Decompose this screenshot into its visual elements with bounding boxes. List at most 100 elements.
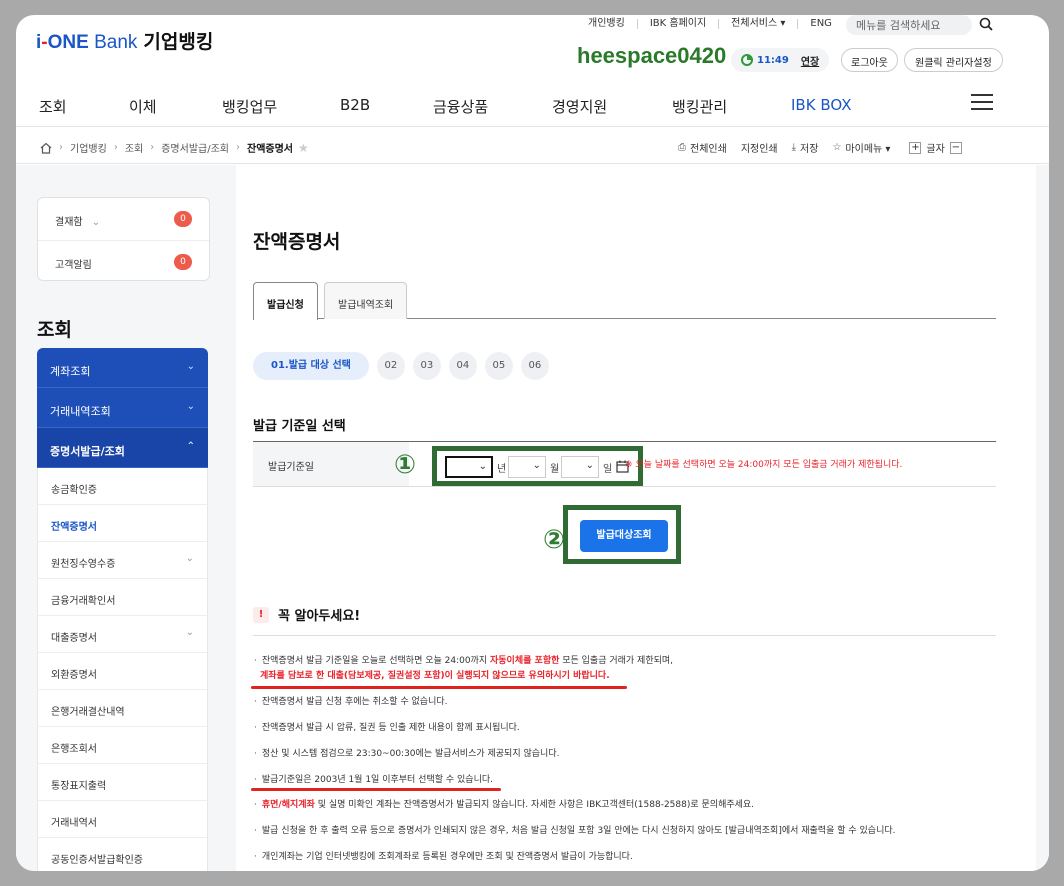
util-link-homepage[interactable]: IBK 홈페이지 bbox=[638, 19, 720, 29]
global-nav: 조회 이체 뱅킹업무 B2B 금융상품 경영지원 뱅킹관리 IBK BOX bbox=[16, 96, 1049, 126]
step-4: 04 bbox=[448, 352, 477, 380]
content-area: 결재함 ⌄ 0 고객알림 0 조회 계좌조회 ⌄ 거래내역조회 ⌄ 증명서발급/조회… bbox=[16, 165, 1049, 871]
utility-links: 개인뱅킹 IBK 홈페이지 전체서비스 ▾ ENG bbox=[576, 19, 844, 29]
sidebar-group-account[interactable]: 계좌조회 ⌄ bbox=[37, 348, 208, 388]
notice-item: 발급기준일은 2003년 1월 1일 이후부터 선택할 수 있습니다. bbox=[254, 774, 493, 787]
menu-search-input[interactable]: 메뉴를 검색하세요 bbox=[846, 15, 972, 35]
date-warning-text: ※ 오늘 날짜를 선택하면 오늘 24:00까지 모든 입출금 거래가 제한됩니… bbox=[625, 460, 903, 470]
alert-count-badge: 0 bbox=[174, 254, 192, 270]
util-link-english[interactable]: ENG bbox=[798, 19, 844, 29]
tab-apply[interactable]: 발급신청 bbox=[253, 282, 318, 320]
breadcrumb-item[interactable]: 기업뱅킹 bbox=[70, 140, 107, 155]
logout-button[interactable]: 로그아웃 bbox=[841, 48, 898, 72]
notice-item: 발급 신청을 한 후 출력 오류 등으로 증명서가 인쇄되지 않은 경우, 처음… bbox=[254, 825, 896, 838]
notice-title: ! 꼭 알아두세요! bbox=[253, 605, 360, 624]
gnb-item-inquiry[interactable]: 조회 bbox=[39, 96, 67, 117]
year-select[interactable]: ⌄ bbox=[445, 456, 493, 478]
breadcrumb-current: 잔액증명서 bbox=[247, 144, 293, 155]
tab-history[interactable]: 발급내역조회 bbox=[324, 282, 408, 319]
download-icon: ⤓ bbox=[791, 142, 797, 153]
day-unit: 일 bbox=[603, 464, 613, 475]
gnb-item-products[interactable]: 금융상품 bbox=[433, 96, 488, 117]
section-title: 발급 기준일 선택 bbox=[253, 419, 346, 434]
gnb-item-banking[interactable]: 뱅킹업무 bbox=[222, 96, 277, 117]
day-select[interactable]: ⌄ bbox=[561, 456, 599, 478]
page: i-ONE Bank 기업뱅킹 개인뱅킹 IBK 홈페이지 전체서비스 ▾ ENG… bbox=[16, 15, 1049, 871]
sidebar-item-bank-inquiry[interactable]: 은행조회서 bbox=[37, 727, 208, 764]
annotation-marker-2: ② bbox=[543, 525, 566, 555]
sidebar-title: 조회 bbox=[37, 319, 72, 341]
breadcrumb: › 기업뱅킹 › 조회 › 증명서발급/조회 › 잔액증명서 ★ bbox=[40, 140, 309, 155]
sidebar-item-financial-confirm[interactable]: 금융거래확인서 bbox=[37, 579, 208, 616]
sidebar-item-cert-confirm[interactable]: 공동인증서발급확인증 bbox=[37, 838, 208, 871]
util-link-all-services[interactable]: 전체서비스 ▾ bbox=[719, 19, 799, 29]
sidebar-item-loan-certificate[interactable]: 대출증명서 ⌄ bbox=[37, 616, 208, 653]
sidebar-item-passbook-print[interactable]: 통장표지출력 bbox=[37, 764, 208, 801]
my-menu-button[interactable]: ☆ 마이메뉴 ▾ bbox=[832, 140, 890, 155]
notice-item-emphasis: 계좌를 담보로 한 대출(담보제공, 질권설정 포함)이 실행되지 않으므로 유… bbox=[260, 671, 610, 681]
sidebar-item-transaction-statement[interactable]: 거래내역서 bbox=[37, 801, 208, 838]
gnb-item-transfer[interactable]: 이체 bbox=[129, 96, 157, 117]
breadcrumb-item[interactable]: 조회 bbox=[125, 140, 143, 155]
ibk-logo[interactable]: i-ONE Bank 기업뱅킹 bbox=[36, 27, 213, 54]
save-button[interactable]: ⤓ 저장 bbox=[792, 140, 819, 155]
session-timer: 11:49 연장 bbox=[731, 48, 830, 72]
alarm-box: 결재함 ⌄ 0 고객알림 0 bbox=[37, 197, 210, 281]
gnb-item-banking-admin[interactable]: 뱅킹관리 bbox=[672, 96, 727, 117]
notice-item: 잔액증명서 발급 시 압류, 질권 등 인출 제한 내용이 함께 표시됩니다. bbox=[254, 722, 520, 735]
font-increase-icon[interactable]: + bbox=[909, 141, 922, 154]
sidebar-group-transactions[interactable]: 거래내역조회 ⌄ bbox=[37, 388, 208, 428]
issue-date-label: 발급기준일 bbox=[253, 442, 409, 486]
sidebar-menu: 계좌조회 ⌄ 거래내역조회 ⌄ 증명서발급/조회 ⌃ 송금확인증 잔액증명서 원천징수… bbox=[37, 348, 208, 871]
chevron-down-icon: ⌄ bbox=[186, 401, 195, 412]
approval-count-badge: 0 bbox=[174, 211, 192, 227]
main-panel: 잔액증명서 발급신청 발급내역조회 01.발급 대상 선택 02 03 04 0… bbox=[236, 165, 1036, 871]
step-5: 05 bbox=[484, 352, 513, 380]
tab-bar: 발급신청 발급내역조회 bbox=[253, 282, 996, 320]
hamburger-menu-icon[interactable] bbox=[971, 94, 993, 112]
gnb-item-b2b[interactable]: B2B bbox=[340, 96, 370, 114]
chevron-up-icon: ⌃ bbox=[186, 441, 195, 452]
sidebar-item-fx-certificate[interactable]: 외환증명서 bbox=[37, 653, 208, 690]
customer-alert-item[interactable]: 고객알림 0 bbox=[38, 240, 209, 282]
highlight-underline bbox=[251, 788, 501, 791]
search-icon[interactable] bbox=[979, 17, 993, 31]
month-select[interactable]: ⌄ bbox=[508, 456, 546, 478]
favorite-star-icon[interactable]: ★ bbox=[298, 141, 309, 155]
sidebar-group-certificates[interactable]: 증명서발급/조회 ⌃ bbox=[37, 428, 208, 468]
star-outline-icon: ☆ bbox=[832, 142, 842, 153]
sidebar-item-remittance[interactable]: 송금확인증 bbox=[37, 468, 208, 505]
notice-item: 잔액증명서 발급 기준일을 오늘로 선택하면 오늘 24:00까지 자동이체를 … bbox=[254, 655, 673, 668]
breadcrumb-item[interactable]: 증명서발급/조회 bbox=[161, 140, 229, 155]
breadcrumb-bar: › 기업뱅킹 › 조회 › 증명서발급/조회 › 잔액증명서 ★ ⎙ 전체인쇄 지정인쇄 … bbox=[16, 126, 1049, 164]
page-title: 잔액증명서 bbox=[253, 231, 341, 253]
printer-icon: ⎙ bbox=[678, 142, 686, 153]
print-all-button[interactable]: ⎙ 전체인쇄 bbox=[678, 140, 727, 155]
util-link-personal[interactable]: 개인뱅킹 bbox=[576, 19, 638, 29]
oneclick-admin-button[interactable]: 원클릭 관리자설정 bbox=[904, 48, 1003, 72]
gnb-item-ibk-box[interactable]: IBK BOX bbox=[791, 96, 851, 114]
issue-target-search-button[interactable]: 발급대상조회 bbox=[580, 520, 668, 552]
step-2: 02 bbox=[376, 352, 405, 380]
approval-box-item[interactable]: 결재함 ⌄ 0 bbox=[38, 198, 209, 240]
print-selected-button[interactable]: 지정인쇄 bbox=[741, 140, 778, 155]
chevron-down-icon: ⌄ bbox=[186, 361, 195, 372]
home-icon[interactable] bbox=[40, 142, 52, 154]
divider bbox=[253, 635, 996, 636]
chevron-down-icon: ⌄ bbox=[185, 553, 194, 564]
page-tools: ⎙ 전체인쇄 지정인쇄 ⤓ 저장 ☆ 마이메뉴 ▾ + 글자 − bbox=[678, 140, 981, 155]
extend-session-button[interactable]: 연장 bbox=[801, 53, 819, 68]
sidebar-item-bank-settlement[interactable]: 은행거래결산내역 bbox=[37, 690, 208, 727]
notice-item: 휴면/해지계좌 및 실명 미확인 계좌는 잔액증명서가 발급되지 않습니다. 자… bbox=[254, 799, 754, 812]
month-unit: 월 bbox=[550, 464, 560, 475]
step-1: 01.발급 대상 선택 bbox=[253, 352, 369, 380]
notice-item: 잔액증명서 발급 신청 후에는 취소할 수 없습니다. bbox=[254, 696, 448, 709]
step-3: 03 bbox=[412, 352, 441, 380]
chevron-down-icon: ⌄ bbox=[478, 461, 487, 472]
font-decrease-icon[interactable]: − bbox=[949, 141, 962, 154]
gnb-item-management[interactable]: 경영지원 bbox=[552, 96, 607, 117]
year-unit: 년 bbox=[497, 464, 507, 475]
sidebar-item-withholding[interactable]: 원천징수영수증 ⌄ bbox=[37, 542, 208, 579]
sidebar-item-balance-certificate[interactable]: 잔액증명서 bbox=[37, 505, 208, 542]
chevron-down-icon: ⌄ bbox=[532, 460, 541, 471]
